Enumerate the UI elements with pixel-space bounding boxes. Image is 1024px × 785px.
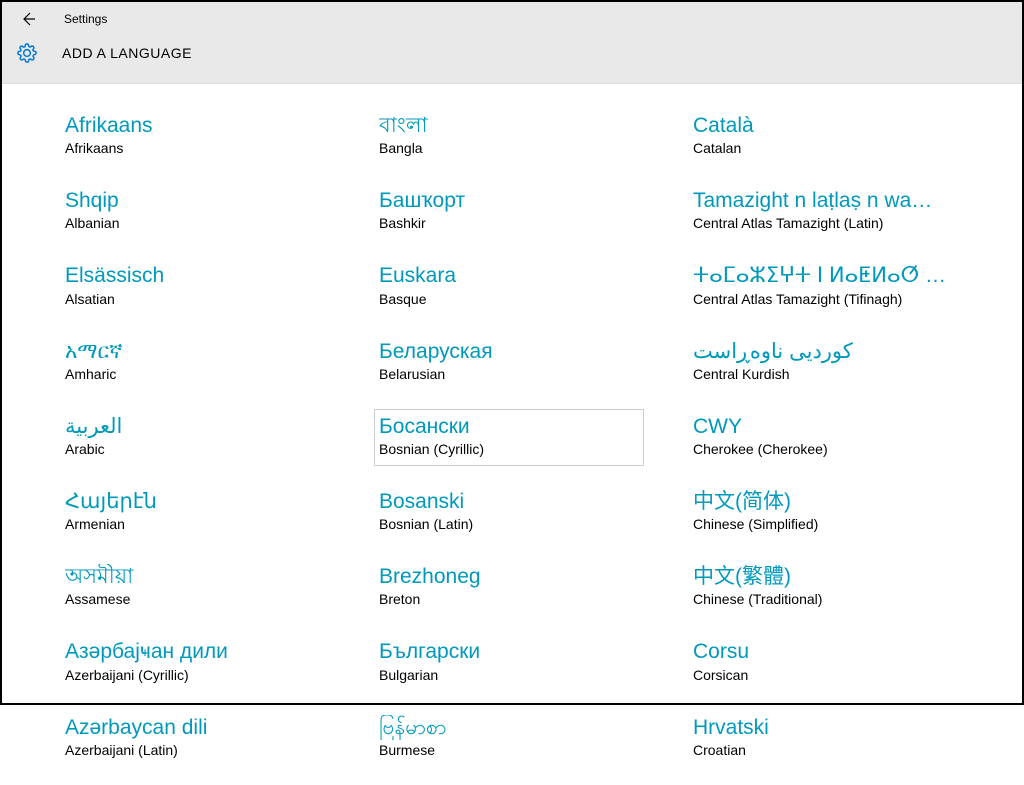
lang-english-label: Catalan [693, 140, 949, 156]
lang-item-tamazight-tifinagh[interactable]: ⵜⴰⵎⴰⵣⵉⵖⵜ ⵏ ⵍⴰⵟⵍⴰⵚ ⵏ ⵡⴰⵎⵎⴰⵙ Central Atlas … [688, 258, 958, 315]
lang-native-label: Afrikaans [65, 113, 321, 138]
lang-english-label: Central Atlas Tamazight (Latin) [693, 215, 949, 231]
lang-native-label: Азәрбајҹан дили [65, 639, 321, 664]
lang-english-label: Arabic [65, 441, 321, 457]
lang-item-belarusian[interactable]: Беларуская Belarusian [374, 334, 644, 391]
lang-english-label: Burmese [379, 742, 635, 758]
column-3: Català Catalan Tamazight n laṭlaṣ n wamm..… [688, 108, 1002, 785]
lang-item-azerbaijani-latin[interactable]: Azərbaycan dili Azerbaijani (Latin) [60, 710, 330, 767]
lang-english-label: Alsatian [65, 291, 321, 307]
lang-item-burmese[interactable]: ဗြန်မာစာ Burmese [374, 710, 644, 767]
lang-item-tamazight-latin[interactable]: Tamazight n laṭlaṣ n wamm... Central Atla… [688, 183, 958, 240]
lang-english-label: Central Kurdish [693, 366, 949, 382]
lang-english-label: Belarusian [379, 366, 635, 382]
lang-english-label: Bosnian (Cyrillic) [379, 441, 635, 457]
lang-english-label: Central Atlas Tamazight (Tifinagh) [693, 291, 949, 307]
back-button[interactable] [16, 7, 40, 31]
lang-native-label: Босански [379, 414, 635, 439]
lang-item-bangla[interactable]: বাংলা Bangla [374, 108, 644, 165]
lang-english-label: Bulgarian [379, 667, 635, 683]
lang-native-label: Tamazight n laṭlaṣ n wamm... [693, 188, 949, 213]
lang-english-label: Azerbaijani (Latin) [65, 742, 321, 758]
page-title: ADD A LANGUAGE [62, 45, 192, 61]
lang-item-bashkir[interactable]: Башҡорт Bashkir [374, 183, 644, 240]
lang-english-label: Azerbaijani (Cyrillic) [65, 667, 321, 683]
lang-native-label: বাংলা [379, 113, 635, 138]
lang-native-label: Bosanski [379, 489, 635, 514]
lang-item-catalan[interactable]: Català Catalan [688, 108, 958, 165]
lang-english-label: Bangla [379, 140, 635, 156]
lang-native-label: অসমীয়া [65, 564, 321, 589]
app-title: Settings [64, 12, 107, 26]
lang-native-label: Հայերէն [65, 489, 321, 514]
lang-native-label: 中文(繁體) [693, 564, 949, 589]
lang-native-label: Azərbaycan dili [65, 715, 321, 740]
page-row: ADD A LANGUAGE [2, 30, 1022, 64]
lang-native-label: ⵜⴰⵎⴰⵣⵉⵖⵜ ⵏ ⵍⴰⵟⵍⴰⵚ ⵏ ⵡⴰⵎⵎⴰⵙ [693, 263, 949, 288]
lang-item-albanian[interactable]: Shqip Albanian [60, 183, 330, 240]
lang-item-assamese[interactable]: অসমীয়া Assamese [60, 559, 330, 616]
lang-english-label: Croatian [693, 742, 949, 758]
lang-english-label: Corsican [693, 667, 949, 683]
language-grid: Afrikaans Afrikaans Shqip Albanian Elsässisc… [2, 84, 1022, 785]
lang-item-bosnian-cyrillic[interactable]: Босански Bosnian (Cyrillic) [374, 409, 644, 466]
lang-native-label: CWY [693, 414, 949, 439]
lang-item-basque[interactable]: Euskara Basque [374, 258, 644, 315]
lang-item-breton[interactable]: Brezhoneg Breton [374, 559, 644, 616]
lang-english-label: Afrikaans [65, 140, 321, 156]
lang-item-alsatian[interactable]: Elsässisch Alsatian [60, 258, 330, 315]
lang-native-label: Euskara [379, 263, 635, 288]
lang-english-label: Bosnian (Latin) [379, 516, 635, 532]
back-arrow-icon [20, 11, 36, 27]
lang-english-label: Albanian [65, 215, 321, 231]
lang-native-label: Shqip [65, 188, 321, 213]
lang-native-label: Brezhoneg [379, 564, 635, 589]
lang-english-label: Chinese (Simplified) [693, 516, 949, 532]
lang-item-cherokee[interactable]: CWY Cherokee (Cherokee) [688, 409, 958, 466]
lang-item-chinese-traditional[interactable]: 中文(繁體) Chinese (Traditional) [688, 559, 958, 616]
lang-native-label: Elsässisch [65, 263, 321, 288]
lang-english-label: Bashkir [379, 215, 635, 231]
lang-english-label: Armenian [65, 516, 321, 532]
lang-native-label: አማርኛ [65, 339, 321, 364]
lang-english-label: Assamese [65, 591, 321, 607]
lang-item-arabic[interactable]: العربية Arabic [60, 409, 330, 466]
lang-native-label: ဗြန်မာစာ [379, 715, 635, 740]
lang-item-armenian[interactable]: Հայերէն Armenian [60, 484, 330, 541]
lang-item-amharic[interactable]: አማርኛ Amharic [60, 334, 330, 391]
lang-native-label: Català [693, 113, 949, 138]
lang-item-bosnian-latin[interactable]: Bosanski Bosnian (Latin) [374, 484, 644, 541]
lang-english-label: Breton [379, 591, 635, 607]
gear-icon [16, 42, 38, 64]
lang-english-label: Cherokee (Cherokee) [693, 441, 949, 457]
lang-item-corsican[interactable]: Corsu Corsican [688, 634, 958, 691]
lang-english-label: Basque [379, 291, 635, 307]
lang-native-label: Башҡорт [379, 188, 635, 213]
lang-item-afrikaans[interactable]: Afrikaans Afrikaans [60, 108, 330, 165]
lang-native-label: Corsu [693, 639, 949, 664]
lang-native-label: 中文(简体) [693, 489, 949, 514]
lang-english-label: Amharic [65, 366, 321, 382]
lang-native-label: Hrvatski [693, 715, 949, 740]
column-1: Afrikaans Afrikaans Shqip Albanian Elsässisc… [60, 108, 374, 785]
top-row: Settings [2, 2, 1022, 30]
lang-native-label: Български [379, 639, 635, 664]
lang-item-central-kurdish[interactable]: کوردیی ناوەڕاست Central Kurdish [688, 334, 958, 391]
column-2: বাংলা Bangla Башҡорт Bashkir Euskara Basque Бе… [374, 108, 688, 785]
lang-native-label: کوردیی ناوەڕاست [693, 339, 949, 364]
lang-native-label: العربية [65, 414, 321, 439]
lang-native-label: Беларуская [379, 339, 635, 364]
lang-item-azerbaijani-cyrillic[interactable]: Азәрбајҹан дили Azerbaijani (Cyrillic) [60, 634, 330, 691]
lang-item-chinese-simplified[interactable]: 中文(简体) Chinese (Simplified) [688, 484, 958, 541]
lang-item-bulgarian[interactable]: Български Bulgarian [374, 634, 644, 691]
header-bar: Settings ADD A LANGUAGE [2, 2, 1022, 84]
lang-item-croatian[interactable]: Hrvatski Croatian [688, 710, 958, 767]
lang-english-label: Chinese (Traditional) [693, 591, 949, 607]
